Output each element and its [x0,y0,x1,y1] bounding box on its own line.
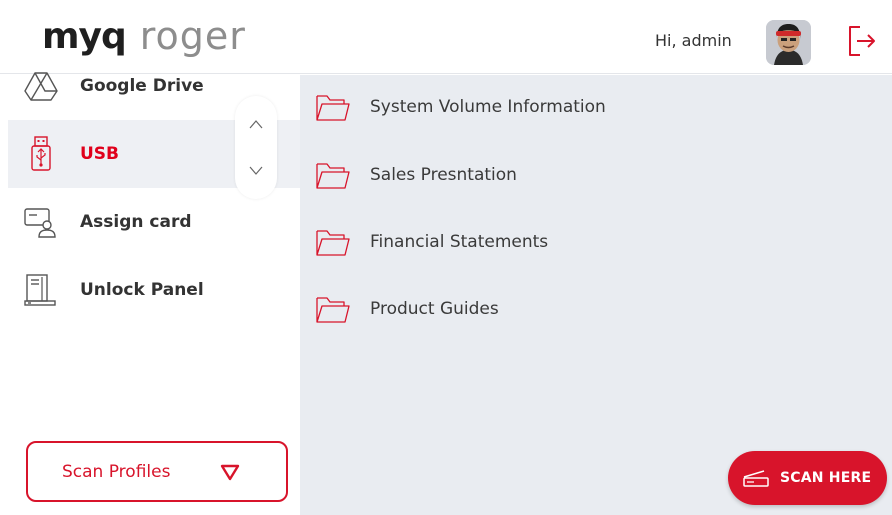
user-greeting: Hi, admin [655,31,732,50]
sidebar-item-label: Unlock Panel [80,280,204,300]
scan-here-label: SCAN HERE [780,470,872,486]
logo-myq-text: myq [42,15,127,57]
folder-label: Financial Statements [370,232,549,252]
google-drive-icon [22,67,60,105]
usb-icon [22,135,60,173]
sidebar-item-label: Google Drive [80,76,204,96]
scan-profiles-label: Scan Profiles [62,461,171,482]
triangle-down-icon [220,463,240,481]
folder-icon [314,159,352,191]
folder-icon [314,226,352,258]
sidebar-item-unlock-panel[interactable]: Unlock Panel [8,256,300,324]
chevron-up-icon [249,120,263,129]
scroll-down-button[interactable] [235,151,277,191]
folder-item[interactable]: System Volume Information [314,84,884,130]
scroll-up-button[interactable] [235,104,277,144]
file-browser: System Volume Information Sales Presntat… [300,75,892,515]
folder-item[interactable]: Product Guides [314,286,884,332]
sidebar-item-label: Assign card [80,212,192,232]
folder-label: System Volume Information [370,97,606,117]
sidebar-item-label: USB [80,144,120,164]
folder-item[interactable]: Financial Statements [314,219,884,265]
folder-icon [314,91,352,123]
folder-label: Sales Presntation [370,165,517,185]
scan-here-button[interactable]: SCAN HERE [728,451,887,505]
chevron-down-icon [249,166,263,175]
folder-label: Product Guides [370,299,499,319]
folder-icon [314,293,352,325]
sidebar-scroll-control [235,96,277,199]
folder-item[interactable]: Sales Presntation [314,152,884,198]
scanner-icon [742,468,770,488]
assign-card-icon [22,203,60,241]
logout-icon[interactable] [846,21,878,61]
app-logo: myq roger [42,14,246,58]
sidebar: Google Drive USB Assign card Unlock Pane… [0,72,300,515]
unlock-panel-icon [22,271,60,309]
user-avatar[interactable] [766,20,811,65]
scan-profiles-dropdown[interactable]: Scan Profiles [26,441,288,502]
